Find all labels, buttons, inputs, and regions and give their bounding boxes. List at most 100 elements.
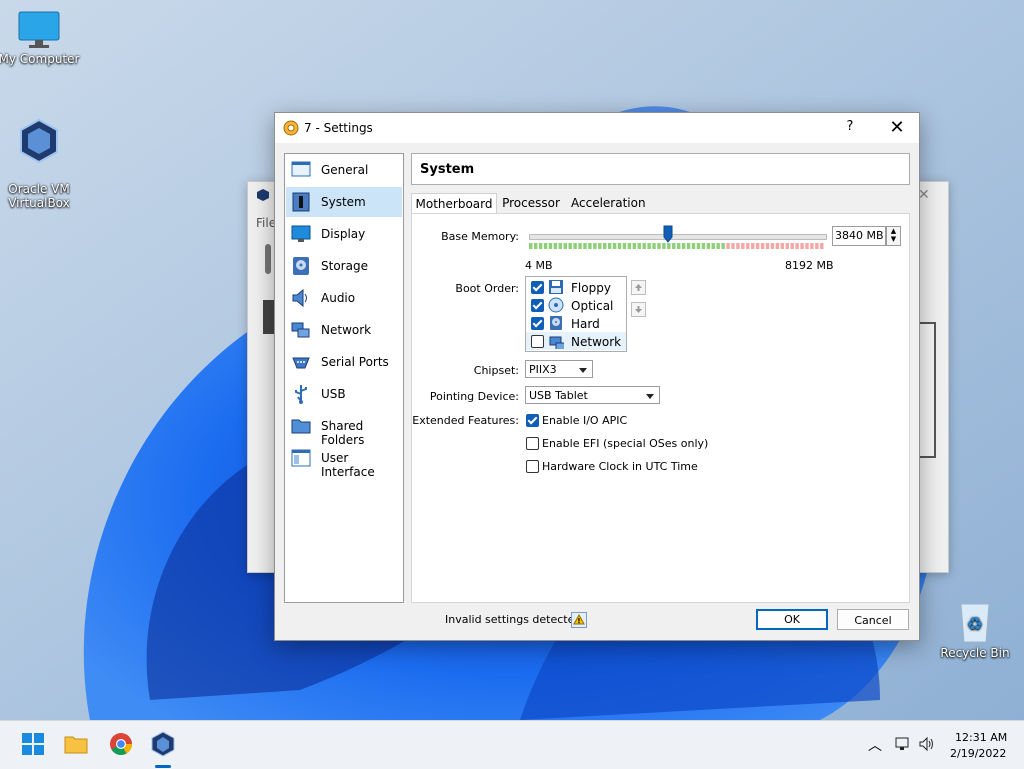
sidebar-item-display[interactable]: Display	[286, 219, 402, 249]
cancel-button[interactable]: Cancel	[837, 609, 909, 630]
chipset-label: Chipset:	[473, 364, 519, 377]
network-tray-icon[interactable]	[894, 735, 912, 753]
base-memory-slider-thumb[interactable]	[663, 225, 673, 243]
utc-clock-checkbox[interactable]	[526, 460, 539, 473]
usb-icon	[295, 385, 307, 404]
sidebar-item-label: Serial Ports	[321, 355, 389, 369]
memory-scale-segment	[731, 243, 735, 249]
boot-item-hard-disk[interactable]: Hard Disk	[526, 314, 626, 345]
move-down-button[interactable]	[631, 302, 646, 317]
desktop-icon-my-computer[interactable]: My Computer	[0, 10, 84, 66]
memory-scale-segment	[627, 243, 632, 249]
dialog-titlebar[interactable]: 7 - Settings ? ✕	[275, 113, 919, 143]
sidebar-item-label: System	[321, 195, 366, 209]
base-memory-scale	[529, 243, 824, 249]
base-memory-slider-track[interactable]	[529, 234, 827, 240]
boot-item-checkbox[interactable]	[531, 281, 544, 294]
arrow-up-icon	[635, 284, 642, 291]
pointing-device-value: USB Tablet	[529, 389, 588, 402]
memory-scale-segment	[795, 243, 799, 249]
preview-panel	[918, 322, 936, 458]
boot-item-checkbox[interactable]	[531, 335, 544, 348]
virtualbox-taskbar-icon[interactable]	[150, 731, 176, 757]
chevron-down-icon	[579, 368, 587, 373]
settings-dialog[interactable]: 7 - Settings ? ✕ General System Display Sto…	[274, 112, 920, 641]
memory-max-label: 8192 MB	[785, 259, 834, 272]
memory-scale-segment	[647, 243, 651, 249]
boot-order-list[interactable]: Floppy OpticalHard DiskNetwork	[525, 276, 627, 352]
move-up-button[interactable]	[631, 280, 646, 295]
sidebar-item-label: Audio	[321, 291, 356, 305]
feature-efi[interactable]: Enable EFI (special OSes only)	[525, 436, 785, 452]
desktop-icon-virtualbox[interactable]: Oracle VM VirtualBox	[0, 104, 84, 210]
pointing-device-select[interactable]: USB Tablet	[525, 386, 660, 404]
memory-scale-segment	[805, 243, 809, 249]
memory-scale-segment	[558, 243, 563, 249]
memory-scale-segment	[563, 243, 567, 249]
memory-scale-segment	[657, 243, 661, 249]
sidebar-item-storage[interactable]: Storage	[286, 251, 402, 281]
base-memory-stepper[interactable]: ▲ ▼	[886, 226, 901, 246]
tab-processor[interactable]: Processor	[499, 193, 563, 213]
base-memory-spinbox[interactable]: 3840 MB	[832, 226, 886, 246]
io-apic-checkbox[interactable]	[526, 414, 539, 427]
memory-scale-segment	[746, 243, 750, 249]
clock-time[interactable]: 12:31 AM	[955, 731, 1007, 744]
memory-scale-segment	[686, 243, 691, 249]
sidebar-item-label: Network	[321, 323, 372, 337]
sidebar-item-network[interactable]: Network	[286, 315, 402, 345]
file-explorer-icon[interactable]	[63, 731, 89, 757]
sidebar-item-audio[interactable]: Audio	[286, 283, 402, 313]
page-title: System	[420, 162, 475, 177]
sidebar-item-system[interactable]: System	[286, 187, 402, 217]
memory-scale-segment	[538, 243, 543, 249]
memory-scale-segment	[583, 243, 587, 249]
io-apic-label: Enable I/O APIC	[542, 414, 628, 427]
boot-item-network[interactable]: Network	[526, 332, 626, 350]
clock-date[interactable]: 2/19/2022	[950, 747, 1006, 760]
memory-scale-segment	[691, 243, 696, 249]
feature-io-apic[interactable]: Enable I/O APIC	[525, 413, 785, 429]
boot-item-optical[interactable]: Optical	[526, 296, 626, 314]
memory-scale-segment	[726, 243, 730, 249]
boot-item-checkbox[interactable]	[531, 317, 544, 330]
sidebar-item-label: Storage	[321, 259, 368, 273]
feature-utc-clock[interactable]: Hardware Clock in UTC Time	[525, 459, 785, 475]
memory-scale-segment	[533, 243, 538, 249]
ok-button[interactable]: OK	[756, 609, 828, 630]
boot-item-floppy[interactable]: Floppy	[526, 278, 626, 296]
memory-scale-segment	[681, 243, 686, 249]
boot-item-checkbox[interactable]	[531, 299, 544, 312]
sidebar-item-usb[interactable]: USB	[286, 379, 402, 409]
desktop-icon-recycle-bin[interactable]: ♻ Recycle Bin	[930, 600, 1020, 660]
help-button[interactable]: ?	[839, 119, 861, 137]
efi-checkbox[interactable]	[526, 437, 539, 450]
memory-scale-segment	[760, 243, 765, 249]
memory-scale-segment	[662, 243, 666, 249]
desktop-icon-label: Recycle Bin	[940, 646, 1010, 660]
close-button[interactable]: ✕	[883, 117, 911, 139]
utc-clock-label: Hardware Clock in UTC Time	[542, 460, 698, 473]
sidebar-item-shared-folders[interactable]: Shared Folders	[286, 411, 402, 447]
display-icon	[291, 225, 311, 242]
memory-scale-segment	[741, 243, 745, 249]
chevron-up-icon[interactable]: ︿	[868, 735, 882, 755]
memory-scale-segment	[548, 243, 553, 249]
memory-scale-segment	[642, 243, 646, 249]
virtualbox-icon	[257, 189, 269, 201]
memory-scale-segment	[578, 243, 582, 249]
general-icon	[291, 161, 311, 177]
sidebar-item-serial-ports[interactable]: Serial Ports	[286, 347, 402, 377]
boot-item-label: Floppy	[571, 281, 611, 295]
start-menu-icon[interactable]	[20, 731, 46, 757]
tab-motherboard[interactable]: Motherboard	[411, 193, 497, 215]
chipset-select[interactable]: PIIX3	[525, 360, 593, 378]
chrome-icon[interactable]	[108, 731, 134, 757]
warning-icon[interactable]	[571, 612, 587, 628]
sidebar-item-user-interface[interactable]: User Interface	[286, 443, 402, 479]
volume-icon[interactable]	[918, 735, 936, 753]
sidebar-item-general[interactable]: General	[286, 155, 402, 185]
tab-acceleration[interactable]: Acceleration	[571, 193, 646, 213]
memory-scale-segment	[529, 243, 533, 249]
sidebar-item-label: General	[321, 163, 369, 177]
